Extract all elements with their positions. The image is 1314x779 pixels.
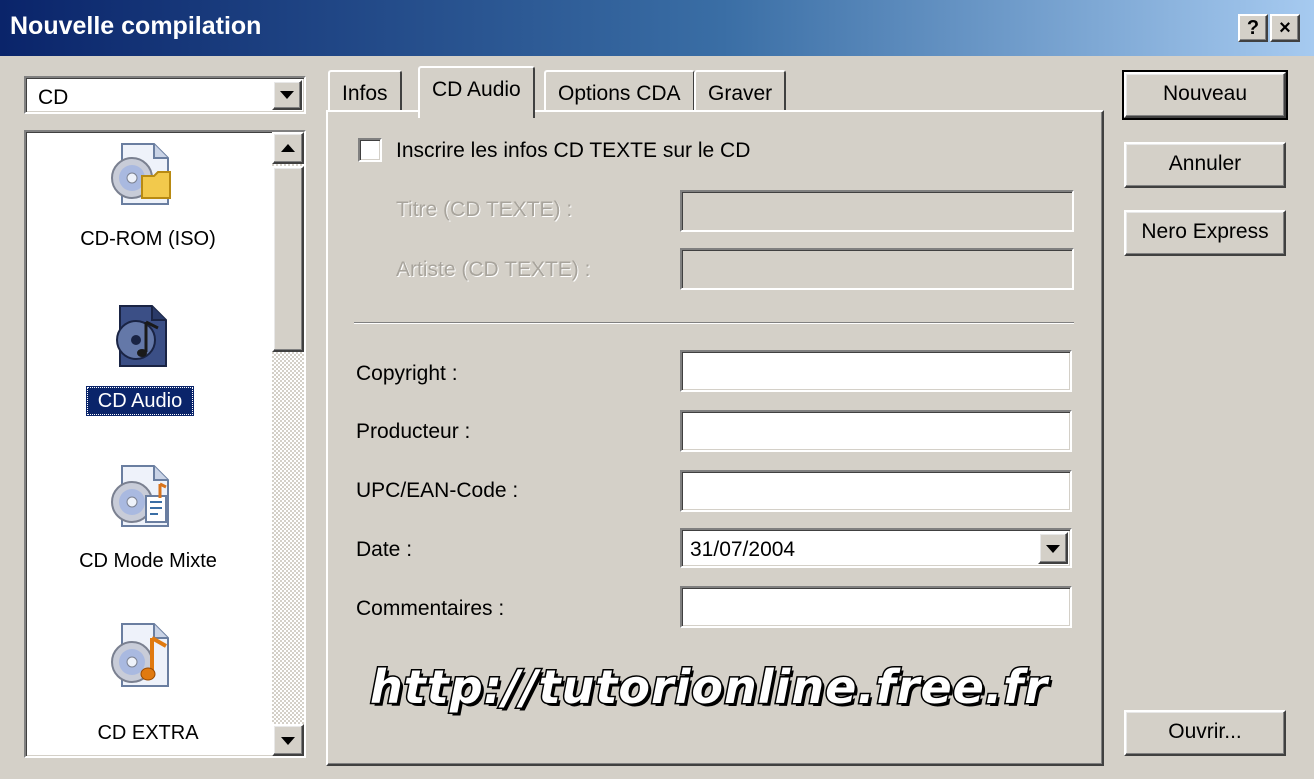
upc-field[interactable] [680,470,1072,512]
scroll-up-button[interactable] [272,132,304,164]
upc-label: UPC/EAN-Code : [356,479,519,502]
window-title: Nouvelle compilation [10,12,262,40]
compilation-type-combo[interactable]: CD [24,76,306,114]
list-scrollbar[interactable] [272,132,304,756]
ouvrir-button[interactable]: Ouvrir... [1124,710,1286,756]
list-item-label: CD EXTRA [97,722,199,744]
cdtext-checkbox[interactable] [358,138,382,162]
tab-graver[interactable]: Graver [694,70,787,112]
chevron-down-icon [281,737,295,745]
date-label: Date : [356,538,413,561]
artiste-field[interactable] [680,248,1074,290]
nouveau-button[interactable]: Nouveau [1122,70,1288,120]
list-item-cd-extra[interactable]: CD EXTRA [26,614,270,754]
list-item-cd-mixed-mode[interactable]: CD Mode Mixte [26,454,270,584]
cd-audio-icon [108,302,176,370]
list-item-label-selected: CD Audio [86,386,194,416]
tab-infos[interactable]: Infos [328,70,402,112]
compilation-list[interactable]: CD-ROM (ISO) CD Audio CD Mode Mixte CD E… [24,130,306,758]
producteur-label: Producteur : [356,420,471,443]
annuler-button[interactable]: Annuler [1124,142,1286,188]
watermark-url: http://tutorionline.free.fr [368,659,1049,716]
artiste-label: Artiste (CD TEXTE) : [396,258,591,281]
copyright-label: Copyright : [356,362,458,385]
cd-mixed-mode-icon [108,462,176,530]
cdtext-checkbox-label[interactable]: Inscrire les infos CD TEXTE sur le CD [396,139,750,163]
help-button[interactable]: ? [1238,14,1268,42]
chevron-up-icon [281,144,295,152]
combo-dropdown-button[interactable] [272,80,302,110]
nero-express-button[interactable]: Nero Express [1124,210,1286,256]
scroll-thumb[interactable] [272,166,304,352]
producteur-field[interactable] [680,410,1072,452]
cd-rom-iso-icon [108,140,176,208]
date-picker[interactable]: 31/07/2004 [680,528,1072,568]
date-value: 31/07/2004 [690,538,796,561]
titre-label: Titre (CD TEXTE) : [396,198,573,221]
close-button[interactable]: × [1270,14,1300,42]
scroll-down-button[interactable] [272,724,304,756]
list-item-cd-audio[interactable]: CD Audio [26,292,270,422]
commentaires-field[interactable] [680,586,1072,628]
separator [354,322,1074,324]
chevron-down-icon [280,91,294,99]
compilation-type-value: CD [38,86,69,109]
list-item-label: CD-ROM (ISO) [80,228,216,250]
title-bar[interactable]: Nouvelle compilation ? × [0,0,1314,56]
list-item-label: CD Mode Mixte [79,550,217,572]
tab-cd-audio[interactable]: CD Audio [418,66,535,118]
commentaires-label: Commentaires : [356,597,505,620]
tab-options-cda[interactable]: Options CDA [544,70,695,112]
copyright-field[interactable] [680,350,1072,392]
date-dropdown-button[interactable] [1038,532,1068,564]
cd-extra-icon [108,620,176,690]
titre-field[interactable] [680,190,1074,232]
list-item-cd-rom-iso[interactable]: CD-ROM (ISO) [26,132,270,282]
chevron-down-icon [1046,545,1060,553]
